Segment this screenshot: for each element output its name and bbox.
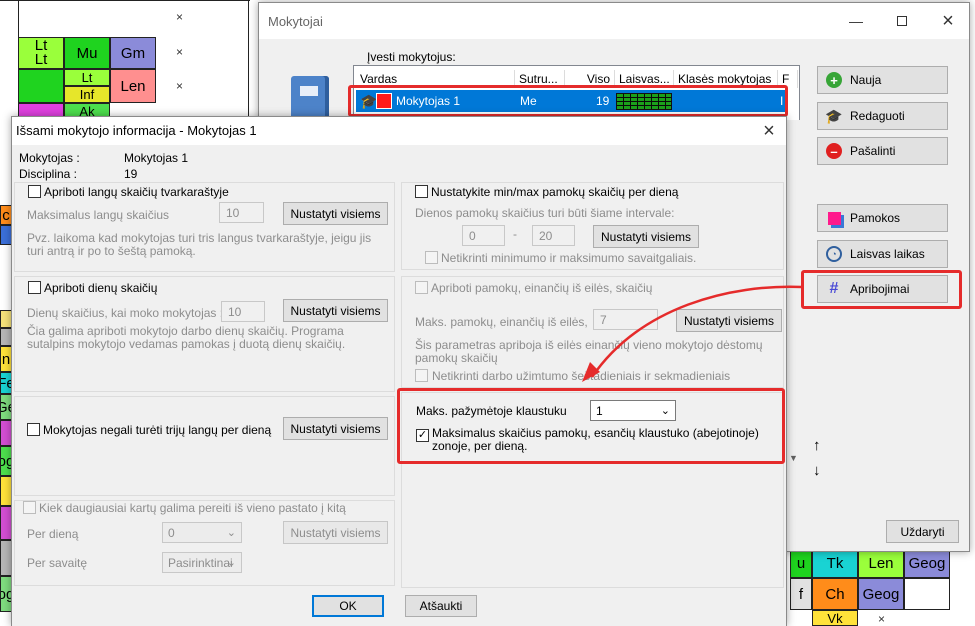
grid-cell[interactable]: Len [858, 548, 904, 578]
limit-gaps-checkbox[interactable] [28, 185, 41, 198]
minmax-label: Nustatykite min/max pamokų skaičių per d… [431, 185, 679, 199]
clock-icon: ◔ [826, 246, 842, 262]
building-transfer-checkbox[interactable] [23, 501, 36, 514]
grid-cell[interactable]: f [790, 578, 812, 610]
grid-cell[interactable]: Geog [858, 578, 904, 610]
detail-dialog-titlebar: Išsami mokytojo informacija - Mokytojas … [12, 117, 786, 145]
new-teacher-button[interactable]: + Nauja [817, 66, 948, 94]
three-gaps-panel [14, 396, 395, 496]
annotation-constraints-highlight [801, 270, 962, 309]
grid-cell[interactable] [904, 578, 950, 610]
lessons-icon [826, 210, 842, 226]
window-title: Mokytojai [268, 14, 323, 29]
set-all-gaps-button[interactable]: Nustatyti visiems [283, 202, 388, 225]
grid-cell[interactable]: Inf [64, 86, 110, 103]
annotation-marked-highlight [397, 388, 785, 464]
building-transfer-label: Kiek daugiausiai kartų galima pereiti iš… [39, 501, 346, 515]
set-all-days-button[interactable]: Nustatyti visiems [283, 299, 388, 322]
max-gaps-label: Maksimalus langų skaičius [27, 208, 170, 222]
edit-teacher-button[interactable]: 🎓 Redaguoti [817, 102, 948, 130]
delete-teacher-button[interactable]: – Pašalinti [817, 137, 948, 165]
discipline-label: Disciplina : [19, 167, 78, 181]
per-week-select[interactable]: Pasirinktinai ⌄ [162, 552, 242, 573]
close-mark: × [176, 10, 184, 24]
minimize-button[interactable]: — [833, 3, 879, 39]
grid-cell[interactable]: Geog [904, 548, 950, 578]
min-lessons-input[interactable]: 0 [462, 225, 505, 246]
minmax-weekend-checkbox[interactable] [425, 251, 438, 264]
annotation-row-highlight [348, 85, 788, 117]
close-window-button[interactable]: Uždaryti [886, 520, 959, 543]
move-up-arrow[interactable]: ↑ [813, 437, 821, 454]
lessons-button[interactable]: Pamokos [817, 204, 948, 232]
max-lessons-input[interactable]: 20 [532, 225, 575, 246]
dialog-close-button[interactable]: × [750, 117, 788, 145]
list-label: Įvesti mokytojus: [367, 50, 456, 64]
set-all-three-gaps-button[interactable]: Nustatyti visiems [283, 417, 388, 440]
annotation-arrow [582, 285, 803, 382]
minmax-weekend-label: Netikrinti minimumo ir maksimumo savaitg… [441, 251, 697, 265]
free-time-button[interactable]: ◔ Laisvas laikas [817, 240, 948, 268]
consecutive-max-label: Maks. pamokų, einančių iš eilės, [415, 315, 588, 329]
limit-days-label: Apriboti dienų skaičių [44, 281, 158, 295]
cancel-button[interactable]: Atšaukti [405, 595, 477, 617]
per-week-label: Per savaitę [27, 556, 88, 570]
max-gaps-input[interactable]: 10 [219, 202, 264, 223]
limit-gaps-label: Apriboti langų skaičių tvarkaraštyje [44, 185, 229, 199]
minus-icon: – [826, 143, 842, 159]
three-gaps-checkbox[interactable] [27, 423, 40, 436]
teachers-window-titlebar: Mokytojai — × [259, 3, 969, 39]
three-gaps-label: Mokytojas negali turėti trijų langų per … [43, 423, 272, 437]
per-day-label: Per dieną [27, 527, 79, 541]
range-dash: - [513, 227, 517, 241]
move-down-arrow[interactable]: ↓ [813, 462, 821, 479]
chevron-down-icon: ⌄ [226, 527, 236, 539]
grid-cell[interactable]: Tk [812, 548, 858, 578]
close-mark: × [176, 45, 184, 59]
book-icon [291, 76, 329, 120]
grid-cell[interactable] [18, 69, 64, 103]
days-count-label: Dienų skaičius, kai moko mokytojas : [27, 306, 224, 320]
minmax-checkbox[interactable] [415, 185, 428, 198]
grid-cell[interactable]: Len [110, 69, 156, 103]
limit-days-checkbox[interactable] [28, 281, 41, 294]
days-count-input[interactable]: 10 [221, 301, 265, 322]
per-day-select[interactable]: 0 ⌄ [162, 522, 242, 543]
grid-cell[interactable]: Lt Lt [18, 37, 64, 69]
set-all-building-button[interactable]: Nustatyti visiems [283, 521, 388, 544]
ok-button[interactable]: OK [312, 595, 384, 617]
maximize-button[interactable] [879, 3, 925, 39]
teacher-value: Mokytojas 1 [124, 151, 189, 165]
close-button[interactable]: × [925, 3, 971, 39]
plus-icon: + [826, 72, 842, 88]
grid-cell[interactable]: Vk [812, 610, 858, 626]
close-mark: × [176, 79, 184, 93]
minmax-range-label: Dienos pamokų skaičius turi būti šiame i… [415, 206, 675, 220]
consecutive-checkbox[interactable] [415, 281, 428, 294]
grid-cell[interactable]: Lt [64, 69, 110, 86]
teacher-label: Mokytojas : [19, 151, 80, 165]
consecutive-weekend-checkbox[interactable] [415, 369, 428, 382]
graduation-cap-icon: 🎓 [825, 107, 843, 124]
days-note: Čia galima apriboti mokytojo darbo dienų… [27, 324, 346, 351]
gaps-note: Pvz. laikoma kad mokytojas turi tris lan… [27, 231, 372, 258]
dialog-title: Išsami mokytojo informacija - Mokytojas … [16, 123, 257, 138]
close-mark: × [878, 612, 886, 626]
grid-cell[interactable]: Mu [64, 37, 110, 69]
grid-cell[interactable]: Gm [110, 37, 156, 69]
set-all-minmax-button[interactable]: Nustatyti visiems [593, 225, 699, 248]
grid-cell[interactable]: Ch [812, 578, 858, 610]
chevron-down-icon: ⌄ [226, 557, 236, 569]
grid-cell[interactable]: u [790, 548, 812, 578]
discipline-value: 19 [124, 167, 138, 181]
